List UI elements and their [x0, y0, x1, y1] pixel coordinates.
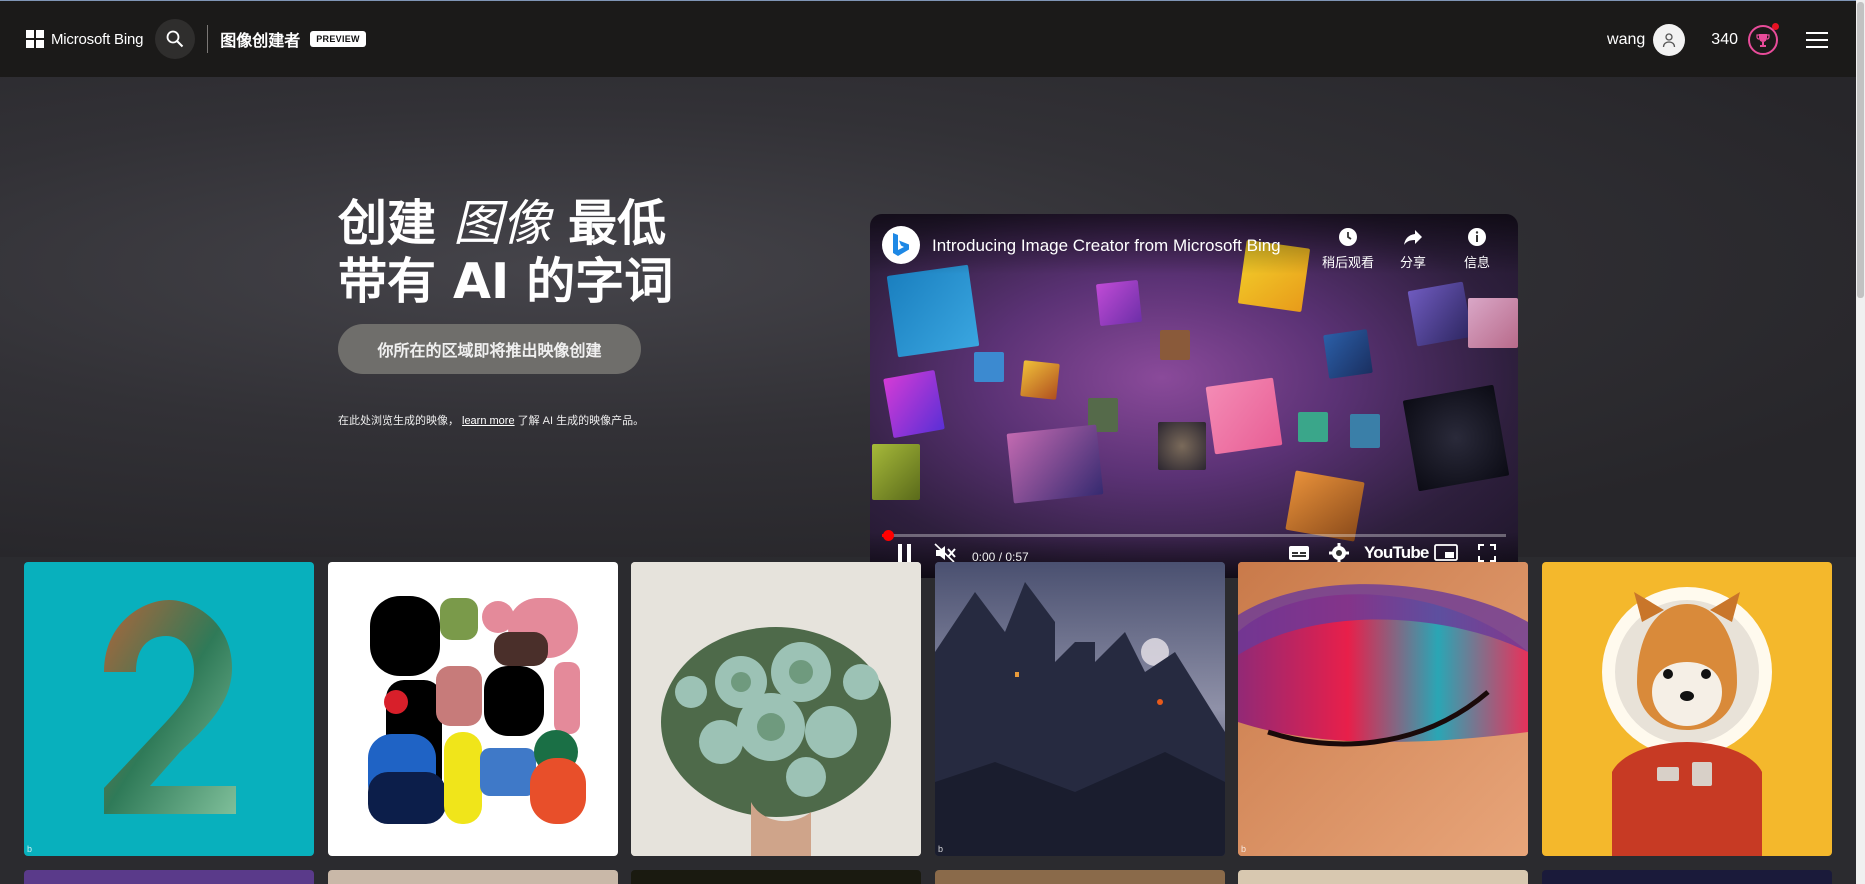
- gallery-card-partial[interactable]: [1238, 870, 1528, 884]
- progress-bar[interactable]: [882, 530, 1506, 541]
- header-divider: [207, 25, 209, 53]
- microsoft-bing-logo[interactable]: Microsoft Bing: [26, 30, 143, 48]
- browse-note: 在此处浏览生成的映像， learn more 了解 AI 生成的映像产品。: [338, 412, 644, 428]
- hero-title: 创建 图像 最低 带有 AI 的字词: [338, 195, 673, 311]
- video-tile: [1285, 470, 1365, 542]
- youtube-video-player[interactable]: Introducing Image Creator from Microsoft…: [870, 214, 1518, 578]
- channel-avatar[interactable]: [882, 226, 920, 264]
- video-tile: [1402, 384, 1510, 492]
- bing-logo-icon: [893, 233, 909, 256]
- shiba-astronaut-image: [1602, 587, 1772, 856]
- cast-icon: [1434, 544, 1458, 561]
- hamburger-menu-button[interactable]: [1806, 27, 1828, 53]
- muted-speaker-icon: [934, 543, 956, 563]
- gallery-card[interactable]: [631, 562, 921, 856]
- rewards-points[interactable]: 340: [1711, 31, 1738, 49]
- bing-watermark: b: [27, 844, 33, 854]
- top-navigation-bar: Microsoft Bing 图像创建者 PREVIEW wang 340: [0, 0, 1856, 77]
- title-word: 创建: [338, 195, 437, 252]
- user-icon: [1663, 32, 1676, 47]
- gear-icon: [1329, 543, 1349, 563]
- info-icon: [1464, 226, 1490, 250]
- note-suffix: 了解 AI 生成的映像产品。: [517, 415, 645, 427]
- hero-title-line1: 创建 图像 最低: [338, 195, 673, 253]
- pause-icon: [898, 544, 911, 562]
- succulent-bouquet-image: [631, 562, 921, 856]
- hero-title-line2: 带有 AI 的字词: [338, 253, 674, 310]
- product-title[interactable]: 图像创建者: [220, 27, 300, 51]
- gallery-card[interactable]: [1542, 562, 1832, 856]
- video-tile: [872, 444, 920, 500]
- menu-line: [1806, 38, 1828, 41]
- abstract-shapes-image: [368, 596, 586, 824]
- video-tile: [883, 369, 945, 439]
- gallery-card[interactable]: [328, 562, 618, 856]
- menu-line: [1806, 45, 1828, 48]
- clock-icon: [1322, 226, 1374, 250]
- page-scrollbar[interactable]: [1856, 0, 1865, 884]
- video-tile: [886, 264, 980, 358]
- video-title[interactable]: Introducing Image Creator from Microsoft…: [932, 236, 1281, 256]
- gallery-card-partial[interactable]: [328, 870, 618, 884]
- number-two-image: [104, 600, 236, 814]
- menu-line: [1806, 31, 1828, 34]
- gallery-card[interactable]: b: [935, 562, 1225, 856]
- share-arrow-icon: [1400, 226, 1426, 250]
- scrollbar-thumb[interactable]: [1857, 2, 1864, 298]
- info-button[interactable]: 信息: [1464, 226, 1490, 271]
- video-tile: [1407, 281, 1473, 347]
- dark-castle-image: [935, 562, 1225, 856]
- video-tile: [1350, 414, 1380, 448]
- watch-later-button[interactable]: 稍后观看: [1322, 226, 1374, 271]
- subtitles-icon: [1289, 546, 1309, 560]
- windows-logo-icon: [26, 30, 44, 48]
- preview-badge: PREVIEW: [310, 31, 366, 47]
- share-label: 分享: [1400, 255, 1427, 270]
- eye-makeup-image: [1238, 562, 1528, 856]
- video-tile: [1158, 422, 1206, 470]
- bing-watermark: b: [938, 844, 944, 854]
- rewards-button[interactable]: [1748, 22, 1779, 55]
- note-prefix: 在此处浏览生成的映像，: [338, 415, 459, 427]
- gallery-card-partial[interactable]: [935, 870, 1225, 884]
- video-tile: [1298, 412, 1328, 442]
- search-button[interactable]: [155, 19, 196, 59]
- info-label: 信息: [1464, 255, 1491, 270]
- title-emphasis: 图像: [453, 195, 552, 252]
- gallery-card[interactable]: b: [1238, 562, 1528, 856]
- notification-dot: [1772, 22, 1779, 30]
- bing-watermark: b: [1241, 844, 1247, 854]
- hero-section: 创建 图像 最低 带有 AI 的字词 你所在的区域即将推出映像创建 在此处浏览生…: [0, 77, 1856, 578]
- video-tile: [1160, 330, 1190, 360]
- title-word: 最低: [568, 195, 667, 252]
- fullscreen-icon: [1478, 544, 1496, 562]
- video-tile: [1323, 329, 1373, 379]
- gallery-card[interactable]: b: [24, 562, 314, 856]
- username[interactable]: wang: [1607, 31, 1645, 49]
- video-tile: [1006, 424, 1104, 504]
- gallery-card-partial[interactable]: [631, 870, 921, 884]
- video-tile: [1205, 377, 1283, 455]
- video-tile: [974, 352, 1004, 382]
- share-button[interactable]: 分享: [1400, 226, 1426, 271]
- learn-more-link[interactable]: learn more: [462, 415, 515, 427]
- account-area: wang 340: [1607, 1, 1856, 78]
- watch-later-label: 稍后观看: [1322, 255, 1375, 270]
- video-tile: [1468, 298, 1518, 348]
- video-tile: [1095, 279, 1143, 327]
- gallery-card-partial[interactable]: [1542, 870, 1832, 884]
- search-icon: [166, 30, 184, 48]
- trophy-icon: [1756, 33, 1770, 47]
- gallery-card-partial[interactable]: [24, 870, 314, 884]
- create-coming-soon-button[interactable]: 你所在的区域即将推出映像创建: [338, 324, 641, 374]
- avatar[interactable]: [1653, 23, 1686, 56]
- brand-text: Microsoft Bing: [51, 30, 144, 48]
- video-tile: [1020, 360, 1060, 400]
